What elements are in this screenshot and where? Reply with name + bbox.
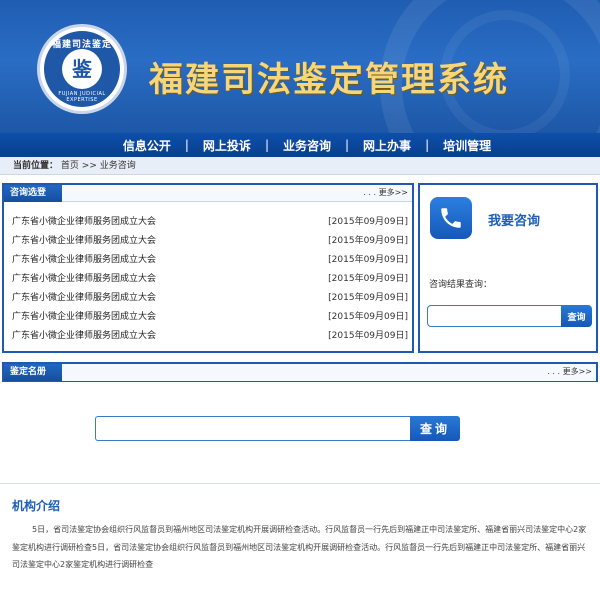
nav-item-complaint[interactable]: 网上投诉: [189, 137, 265, 154]
roster-panel: 鉴定名册 . . . 更多>>: [2, 362, 598, 382]
consult-query-input[interactable]: [427, 305, 561, 327]
list-item-date: [2015年09月09日]: [328, 255, 408, 265]
list-item-title[interactable]: 广东省小微企业律师服务团成立大会: [12, 308, 156, 327]
nav-item-training[interactable]: 培训管理: [429, 137, 505, 154]
logo-glyph: 鉴: [72, 57, 92, 81]
consult-list: 广东省小微企业律师服务团成立大会 [2015年09月09日] 广东省小微企业律师服…: [12, 213, 408, 346]
list-item-date: [2015年09月09日]: [328, 274, 408, 284]
consult-query-label: 咨询结果查询：: [429, 280, 493, 290]
list-item-title[interactable]: 广东省小微企业律师服务团成立大会: [12, 327, 156, 346]
panel-header: 鉴定名册 . . . 更多>>: [4, 364, 596, 381]
list-item-title[interactable]: 广东省小微企业律师服务团成立大会: [12, 232, 156, 251]
list-item[interactable]: 广东省小微企业律师服务团成立大会 [2015年09月09日]: [12, 270, 408, 289]
breadcrumb-label: 当前位置：: [13, 161, 59, 171]
nav-item-info[interactable]: 信息公开: [109, 137, 185, 154]
nav-item-consult[interactable]: 业务咨询: [269, 137, 345, 154]
list-item-title[interactable]: 广东省小微企业律师服务团成立大会: [12, 213, 156, 232]
consult-title: 我要咨询: [488, 214, 541, 229]
panel-title: 咨询选登: [4, 185, 62, 202]
phone-icon: [430, 197, 472, 239]
search-input[interactable]: [95, 416, 410, 441]
more-link[interactable]: . . . 更多>>: [547, 366, 592, 377]
list-item-title[interactable]: 广东省小微企业律师服务团成立大会: [12, 289, 156, 308]
list-item-date: [2015年09月09日]: [328, 312, 408, 322]
site-header: 福建司法鉴定 鉴 FUJIAN JUDICIAL EXPERTISE 福建司法鉴…: [0, 0, 600, 133]
breadcrumb-home-link[interactable]: 首页: [61, 161, 79, 171]
list-item[interactable]: 广东省小微企业律师服务团成立大会 [2015年09月09日]: [12, 308, 408, 327]
main-nav: 信息公开 | 网上投诉 | 业务咨询 | 网上办事 | 培训管理: [0, 133, 600, 157]
list-item-date: [2015年09月09日]: [328, 331, 408, 341]
site-title: 福建司法鉴定管理系统: [149, 60, 509, 100]
list-item[interactable]: 广东省小微企业律师服务团成立大会 [2015年09月09日]: [12, 251, 408, 270]
search-button[interactable]: 查询: [410, 416, 460, 441]
logo-ring: 福建司法鉴定 鉴 FUJIAN JUDICIAL EXPERTISE: [44, 31, 120, 107]
logo-center: 鉴: [62, 49, 102, 89]
list-item-date: [2015年09月09日]: [328, 217, 408, 227]
panel-header: 咨询选登 . . . 更多>>: [4, 185, 412, 202]
list-item[interactable]: 广东省小微企业律师服务团成立大会 [2015年09月09日]: [12, 232, 408, 251]
intro-text: 5日，省司法鉴定协会组织行风监督员到福州地区司法鉴定机构开展调研检查活动。行风监…: [12, 525, 587, 569]
more-link[interactable]: . . . 更多>>: [363, 187, 408, 198]
nav-item-online-service[interactable]: 网上办事: [349, 137, 425, 154]
divider: [0, 483, 600, 484]
list-item[interactable]: 广东省小微企业律师服务团成立大会 [2015年09月09日]: [12, 289, 408, 308]
phone-icon-svg: [441, 208, 461, 228]
breadcrumb-current: 业务咨询: [99, 161, 136, 171]
breadcrumb-separator: >>: [81, 161, 97, 171]
list-item-title[interactable]: 广东省小微企业律师服务团成立大会: [12, 270, 156, 289]
breadcrumb: 当前位置： 首页 >> 业务咨询: [0, 157, 600, 175]
list-item-date: [2015年09月09日]: [328, 293, 408, 303]
intro-title: 机构介绍: [12, 499, 61, 513]
list-item-date: [2015年09月09日]: [328, 236, 408, 246]
list-item[interactable]: 广东省小微企业律师服务团成立大会 [2015年09月09日]: [12, 213, 408, 232]
consult-select-panel: 咨询选登 . . . 更多>> 广东省小微企业律师服务团成立大会 [2015年09…: [2, 183, 414, 353]
site-logo[interactable]: 福建司法鉴定 鉴 FUJIAN JUDICIAL EXPERTISE: [37, 24, 127, 114]
logo-bottom-text: FUJIAN JUDICIAL EXPERTISE: [58, 91, 106, 103]
consult-query-button[interactable]: 查询: [561, 305, 592, 327]
list-item[interactable]: 广东省小微企业律师服务团成立大会 [2015年09月09日]: [12, 327, 408, 346]
list-item-title[interactable]: 广东省小微企业律师服务团成立大会: [12, 251, 156, 270]
consult-box: 我要咨询 咨询结果查询： 查询: [418, 183, 598, 353]
panel-title: 鉴定名册: [4, 364, 62, 381]
